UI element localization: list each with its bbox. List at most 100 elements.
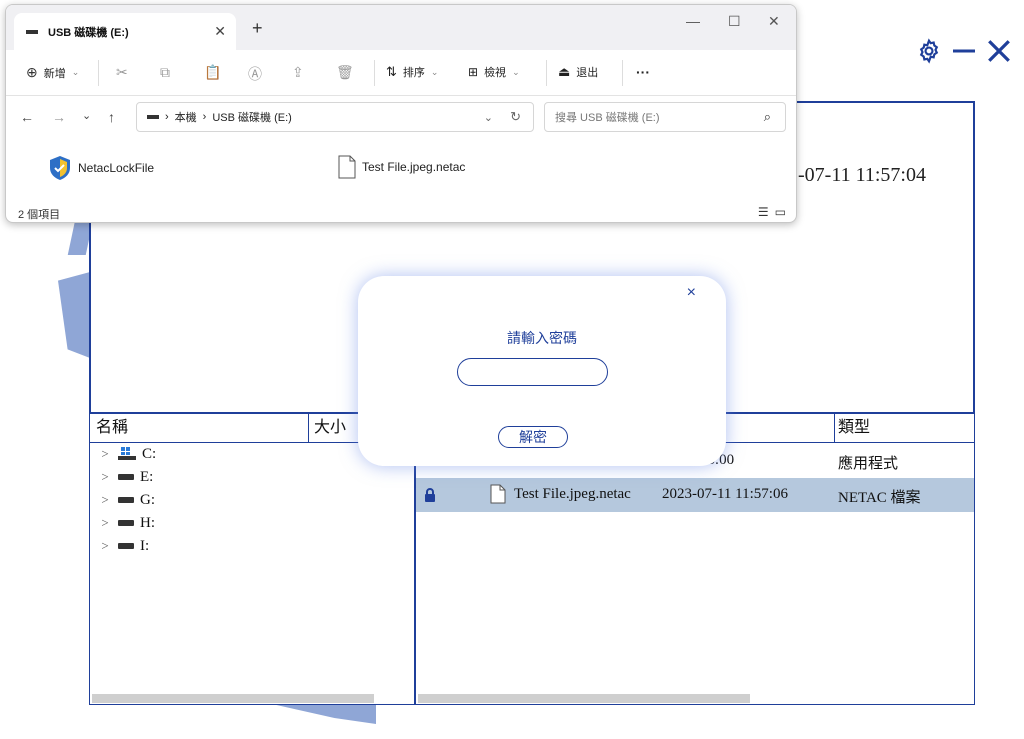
- row-filename: Test File.jpeg.netac: [514, 486, 631, 502]
- breadcrumb-drive[interactable]: USB 磁碟機 (E:): [212, 109, 291, 125]
- dialog-title: 請輸入密碼: [507, 330, 577, 346]
- column-header-size[interactable]: 大小: [314, 414, 346, 442]
- column-header-name[interactable]: 名稱: [96, 414, 128, 442]
- breadcrumb-root[interactable]: 本機: [175, 109, 197, 125]
- horizontal-scrollbar[interactable]: [418, 694, 750, 703]
- new-tab-icon[interactable]: +: [252, 18, 263, 39]
- drive-icon: [26, 29, 38, 34]
- explorer-tab[interactable]: USB 磁碟機 (E:) ✕: [14, 13, 236, 50]
- shield-app-icon: [50, 156, 70, 180]
- forward-arrow-icon[interactable]: →: [52, 109, 66, 125]
- chevron-right-icon[interactable]: >: [98, 469, 112, 485]
- app-date-text: -07-11 11:57:04: [798, 164, 926, 186]
- file-name: Test File.jpeg.netac: [362, 160, 466, 174]
- toolbar-separator: [546, 60, 547, 86]
- lock-icon: [425, 488, 435, 502]
- drive-icon: [147, 115, 159, 119]
- decor-shape-2: [58, 272, 90, 358]
- row-type: NETAC 檔案: [838, 490, 921, 506]
- plus-circle-icon: ⊕: [26, 64, 38, 80]
- back-arrow-icon[interactable]: ←: [20, 109, 34, 125]
- status-item-count: 2 個項目: [18, 209, 61, 221]
- share-icon[interactable]: ⇪: [292, 64, 304, 81]
- window-close-icon[interactable]: ✕: [768, 13, 780, 30]
- new-button[interactable]: ⊕ 新增 ⌄: [26, 64, 79, 81]
- drive-icon: [118, 474, 134, 480]
- copy-icon[interactable]: ⧉: [160, 64, 170, 81]
- breadcrumb-separator: ›: [202, 111, 207, 123]
- recent-chevron-icon[interactable]: ⌄: [82, 109, 91, 122]
- file-item-netaclockfile[interactable]: NetacLockFile: [48, 155, 154, 181]
- search-box[interactable]: 搜尋 USB 磁碟機 (E:) ⌕: [544, 102, 786, 132]
- tree-item-drive-c[interactable]: > C:: [98, 443, 156, 465]
- window-maximize-icon[interactable]: ☐: [728, 13, 741, 30]
- rename-icon[interactable]: Ⓐ: [248, 64, 262, 84]
- chevron-right-icon[interactable]: >: [98, 515, 112, 531]
- address-bar[interactable]: › 本機 › USB 磁碟機 (E:) ⌄ ↻: [136, 102, 534, 132]
- explorer-toolbar: ⊕ 新增 ⌄ ✂ ⧉ 📋 Ⓐ ⇪ 🗑 ⇅ 排序 ⌄ ⊞ 檢視 ⌄ ⏏ 退出 ··…: [6, 50, 796, 96]
- search-placeholder: 搜尋 USB 磁碟機 (E:): [555, 112, 660, 124]
- toolbar-separator: [622, 60, 623, 86]
- explorer-address-row: ← → ⌄ ↑ › 本機 › USB 磁碟機 (E:) ⌄ ↻ 搜尋 USB 磁…: [6, 97, 796, 139]
- column-separator: [834, 414, 835, 442]
- more-options-button[interactable]: ···: [636, 64, 650, 80]
- file-explorer-window: USB 磁碟機 (E:) ✕ + — ☐ ✕ ⊕ 新增 ⌄ ✂ ⧉ 📋 Ⓐ ⇪ …: [5, 4, 797, 223]
- table-row-selected[interactable]: Test File.jpeg.netac 2023-07-11 11:57:06…: [416, 478, 974, 512]
- row-date: 2023-07-11 11:57:06: [662, 486, 788, 502]
- eject-icon: ⏏: [558, 64, 571, 79]
- drive-label: C:: [142, 445, 157, 462]
- eject-button[interactable]: ⏏ 退出: [558, 64, 598, 80]
- chevron-down-icon: ⌄: [430, 66, 439, 77]
- view-switcher: ☰ ▭: [758, 205, 786, 219]
- toolbar-separator: [374, 60, 375, 86]
- details-view-icon[interactable]: ☰: [758, 205, 769, 219]
- view-button-label: 檢視: [484, 67, 507, 79]
- tree-item-drive-h[interactable]: > H:: [98, 512, 155, 534]
- chevron-right-icon[interactable]: >: [98, 538, 112, 554]
- sort-icon: ⇅: [386, 64, 397, 79]
- decor-shape-3: [272, 704, 376, 724]
- tab-close-icon[interactable]: ✕: [214, 23, 226, 40]
- tiles-view-icon[interactable]: ▭: [775, 205, 786, 219]
- sort-button-label: 排序: [402, 67, 425, 79]
- explorer-tab-bar: USB 磁碟機 (E:) ✕ + — ☐ ✕: [6, 5, 796, 50]
- paste-icon[interactable]: 📋: [204, 64, 221, 81]
- drive-label: G:: [140, 491, 155, 508]
- file-icon: [338, 155, 356, 179]
- minimize-icon[interactable]: [952, 39, 976, 63]
- file-item-test-file[interactable]: Test File.jpeg.netac: [338, 155, 465, 179]
- tab-title: USB 磁碟機 (E:): [48, 26, 129, 39]
- tree-item-drive-g[interactable]: > G:: [98, 489, 155, 511]
- app-top-controls: [916, 38, 1012, 64]
- file-icon: [490, 484, 506, 504]
- chevron-down-icon: ⌄: [71, 67, 80, 77]
- window-minimize-icon[interactable]: —: [686, 13, 700, 29]
- close-icon[interactable]: [986, 38, 1012, 64]
- tree-item-drive-e[interactable]: > E:: [98, 466, 153, 488]
- password-dialog: × 請輸入密碼 解密: [358, 276, 726, 466]
- password-input[interactable]: [457, 358, 608, 386]
- drive-icon: [118, 520, 134, 526]
- toolbar-separator: [98, 60, 99, 86]
- chevron-right-icon[interactable]: >: [98, 492, 112, 508]
- chevron-right-icon[interactable]: >: [98, 446, 112, 462]
- delete-icon[interactable]: 🗑: [336, 64, 354, 81]
- cut-icon[interactable]: ✂: [116, 64, 128, 81]
- column-separator: [308, 414, 309, 442]
- dialog-close-icon[interactable]: ×: [687, 284, 696, 302]
- drive-icon: [118, 497, 134, 503]
- horizontal-scrollbar[interactable]: [92, 694, 374, 703]
- view-grid-icon: ⊞: [468, 65, 479, 79]
- new-button-label: 新增: [43, 67, 66, 80]
- unlock-button[interactable]: 解密: [498, 426, 568, 448]
- drive-label: E:: [140, 468, 154, 485]
- tree-item-drive-i[interactable]: > I:: [98, 535, 149, 557]
- refresh-icon[interactable]: ↻: [510, 109, 521, 125]
- address-dropdown-icon[interactable]: ⌄: [484, 111, 493, 124]
- gear-icon[interactable]: [916, 38, 942, 64]
- chevron-down-icon: ⌄: [512, 66, 520, 77]
- sort-button[interactable]: ⇅ 排序 ⌄: [386, 64, 438, 80]
- view-button[interactable]: ⊞ 檢視 ⌄: [468, 64, 520, 80]
- column-header-type[interactable]: 類型: [838, 414, 870, 442]
- up-arrow-icon[interactable]: ↑: [108, 109, 115, 125]
